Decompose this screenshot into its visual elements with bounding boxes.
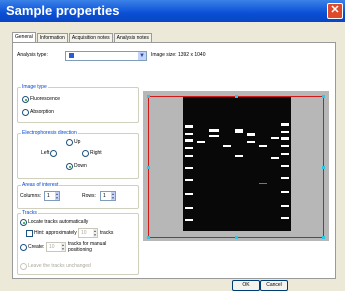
resize-handle-bottom-left[interactable] [147,236,150,239]
close-button[interactable]: ✕ [327,3,343,19]
hint-unit: tracks [100,230,114,236]
analysis-type-label: Analysis type: [17,52,48,58]
image-type-title: Image type [21,84,48,90]
areas-of-interest-group: Areas of interest Columns: 1 ▲ ▼ Rows: 1 … [17,182,139,209]
analysis-type-select[interactable]: ▼ [65,51,147,61]
cancel-button[interactable]: Cancel [260,280,288,291]
columns-stepper[interactable]: 1 ▲ ▼ [44,191,60,201]
leave-tracks-radio[interactable] [20,263,27,270]
image-size-text: Image size: 1392 x 1040 [151,52,206,58]
gel-image-preview[interactable] [143,91,329,241]
hint-label: Hint: approximately [34,230,77,236]
stepper-arrows-icon[interactable]: ▲ ▼ [111,192,115,200]
fluorescence-label: Fluorescence [30,96,61,102]
locate-tracks-radio[interactable] [20,219,27,226]
locate-tracks-label: Locate tracks automatically [28,219,89,225]
electrophoresis-direction-group: Electrophoresis direction Up Left Right … [17,130,139,179]
resize-handle-top-right[interactable] [322,95,325,98]
create-unit-line2: positioning [68,247,92,253]
resize-handle-left[interactable] [147,166,150,169]
columns-label: Columns: [20,193,42,199]
resize-handle-top-left[interactable] [147,95,150,98]
window-title: Sample properties [6,3,120,18]
fluorescence-radio[interactable] [22,96,29,103]
direction-down-label: Down [74,163,87,169]
rows-stepper[interactable]: 1 ▲ ▼ [100,191,116,201]
direction-down-radio[interactable] [66,163,73,170]
stepper-arrows-icon[interactable]: ▲ ▼ [93,229,97,237]
tab-acquisition-notes[interactable]: Acquisition notes [68,33,113,42]
create-tracks-radio[interactable] [20,244,27,251]
rows-value: 1 [103,193,106,199]
image-type-group: Image type Fluorescence Absorption [17,84,139,123]
direction-left-radio[interactable] [50,150,57,157]
stepper-arrows-icon[interactable]: ▲ ▼ [55,192,59,200]
direction-title: Electrophoresis direction [21,130,78,136]
tracks-group: Tracks Locate tracks automatically Hint:… [17,210,139,275]
tab-information[interactable]: Information [36,33,68,42]
resize-handle-bottom[interactable] [235,236,238,239]
stepper-arrows-icon[interactable]: ▲ ▼ [61,243,65,251]
tracks-title: Tracks [21,210,38,216]
resize-handle-top[interactable] [235,95,238,98]
tab-strip: General Information Acquisition notes An… [12,32,153,43]
area-of-interest-frame[interactable] [148,96,324,238]
tab-analysis-notes[interactable]: Analysis notes [113,33,152,42]
areas-title: Areas of interest [21,182,60,188]
direction-up-radio[interactable] [66,139,73,146]
analysis-type-icon [69,53,74,58]
rows-label: Rows: [82,193,96,199]
direction-right-label: Right [90,150,102,156]
columns-value: 1 [47,193,50,199]
hint-value: 10 [81,230,87,236]
direction-right-radio[interactable] [82,150,89,157]
close-icon: ✕ [330,4,340,16]
direction-left-label: Left [41,150,50,156]
resize-handle-bottom-right[interactable] [322,236,325,239]
create-label: Create: [28,244,45,250]
chevron-down-icon[interactable]: ▼ [138,52,146,60]
resize-handle-right[interactable] [322,166,325,169]
hint-stepper[interactable]: 10 ▲ ▼ [78,228,98,238]
title-bar: Sample properties ✕ [0,0,345,22]
absorption-radio[interactable] [22,109,29,116]
hint-checkbox[interactable] [26,230,33,237]
general-panel: Analysis type: ▼ Image size: 1392 x 1040… [12,42,336,279]
leave-tracks-label: Leave the tracks unchanged [28,263,91,269]
absorption-label: Absorption [30,109,54,115]
create-stepper[interactable]: 10 ▲ ▼ [46,242,66,252]
direction-up-label: Up [74,139,81,145]
ok-button[interactable]: OK [232,280,260,291]
create-value: 10 [49,244,55,250]
